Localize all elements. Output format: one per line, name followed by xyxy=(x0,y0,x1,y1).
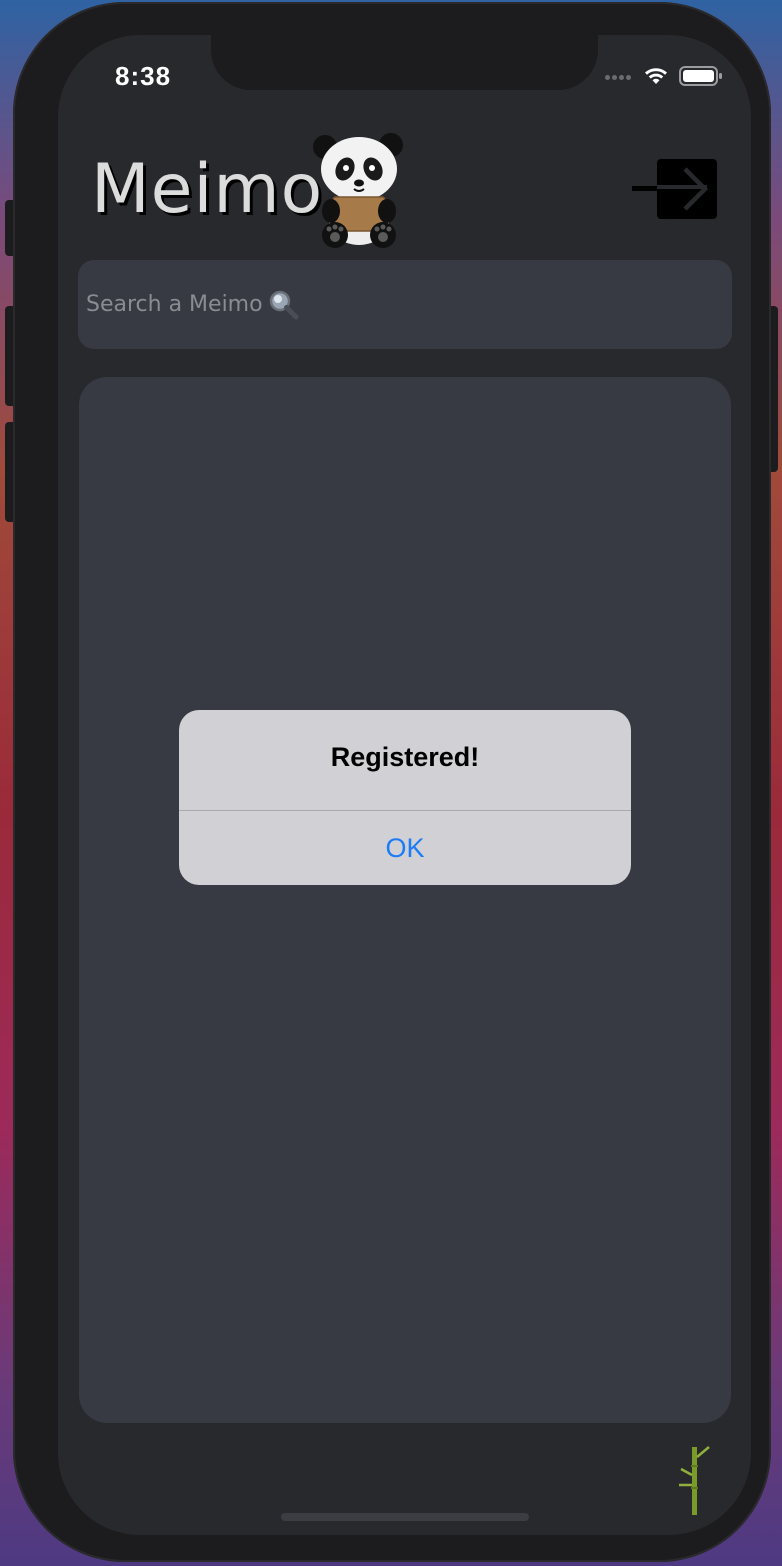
panda-icon xyxy=(313,133,403,248)
alert-ok-button[interactable]: OK xyxy=(179,811,631,885)
app-screen: 8:38 Meimo Search a Meimo Registered! OK xyxy=(58,35,751,1535)
battery-icon xyxy=(679,66,722,86)
search-bar[interactable] xyxy=(78,260,732,349)
registered-alert: Registered! OK xyxy=(179,710,631,885)
app-title: Meimo xyxy=(91,150,324,229)
bamboo-icon xyxy=(679,1446,710,1515)
status-indicators xyxy=(605,65,723,87)
logout-arrow-icon[interactable] xyxy=(632,159,718,221)
wifi-icon xyxy=(645,68,667,84)
magnifier-icon xyxy=(269,290,299,319)
memo-list-panel xyxy=(79,377,731,1423)
phone-frame: 8:38 Meimo Search a Meimo Registered! OK xyxy=(13,2,771,1562)
home-indicator[interactable] xyxy=(281,1513,529,1521)
notch xyxy=(211,35,598,90)
cellular-signal-icon xyxy=(605,67,633,85)
status-time: 8:38 xyxy=(115,61,172,91)
alert-title: Registered! xyxy=(330,742,480,772)
search-input[interactable] xyxy=(86,292,266,317)
